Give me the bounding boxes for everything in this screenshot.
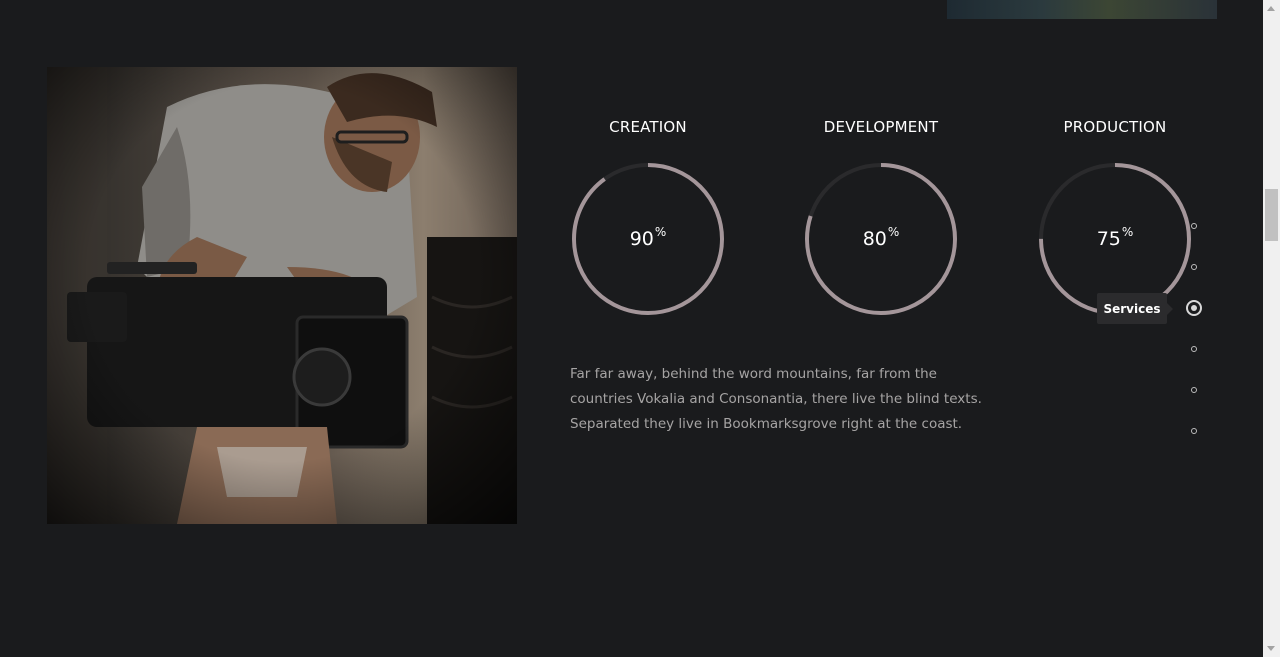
progress-value: 90% bbox=[570, 161, 726, 317]
scroll-up-arrow-icon[interactable] bbox=[1267, 6, 1275, 11]
page: CREATION 90% DEVELOPMENT 80% PRODUCTION … bbox=[0, 0, 1263, 657]
percent-sign: % bbox=[1121, 225, 1134, 239]
progress-number: 75 bbox=[1096, 228, 1121, 250]
dot-nav-tooltip: Services bbox=[1097, 293, 1173, 324]
dot-nav-item-active[interactable] bbox=[1186, 300, 1202, 316]
progress-value: 80% bbox=[803, 161, 959, 317]
services-description: Far far away, behind the word mountains,… bbox=[570, 366, 982, 432]
skill-title: DEVELOPMENT bbox=[823, 118, 939, 136]
progress-number: 90 bbox=[629, 228, 654, 250]
percent-sign: % bbox=[887, 225, 900, 239]
videographer-photo bbox=[47, 67, 517, 524]
page-scrollbar[interactable] bbox=[1263, 0, 1280, 657]
dot-nav-item[interactable] bbox=[1191, 223, 1197, 229]
skill-title: CREATION bbox=[609, 118, 687, 136]
scrollbar-thumb[interactable] bbox=[1265, 189, 1278, 241]
dot-nav-item[interactable] bbox=[1191, 387, 1197, 393]
skill-title: PRODUCTION bbox=[1063, 118, 1167, 136]
dot-nav-item[interactable] bbox=[1191, 428, 1197, 434]
dot-nav-item[interactable] bbox=[1191, 264, 1197, 270]
scroll-down-arrow-icon[interactable] bbox=[1267, 646, 1275, 651]
progress-ring: 90% bbox=[570, 161, 726, 317]
skill-development: DEVELOPMENT 80% bbox=[801, 117, 961, 317]
dot-navigation bbox=[1185, 0, 1205, 657]
landscape-image-fragment bbox=[947, 0, 1217, 19]
progress-ring: 80% bbox=[803, 161, 959, 317]
progress-number: 80 bbox=[862, 228, 887, 250]
percent-sign: % bbox=[654, 225, 667, 239]
skill-production: PRODUCTION 75% bbox=[1035, 117, 1195, 317]
skill-creation: CREATION 90% bbox=[568, 117, 728, 317]
dot-nav-item[interactable] bbox=[1191, 346, 1197, 352]
